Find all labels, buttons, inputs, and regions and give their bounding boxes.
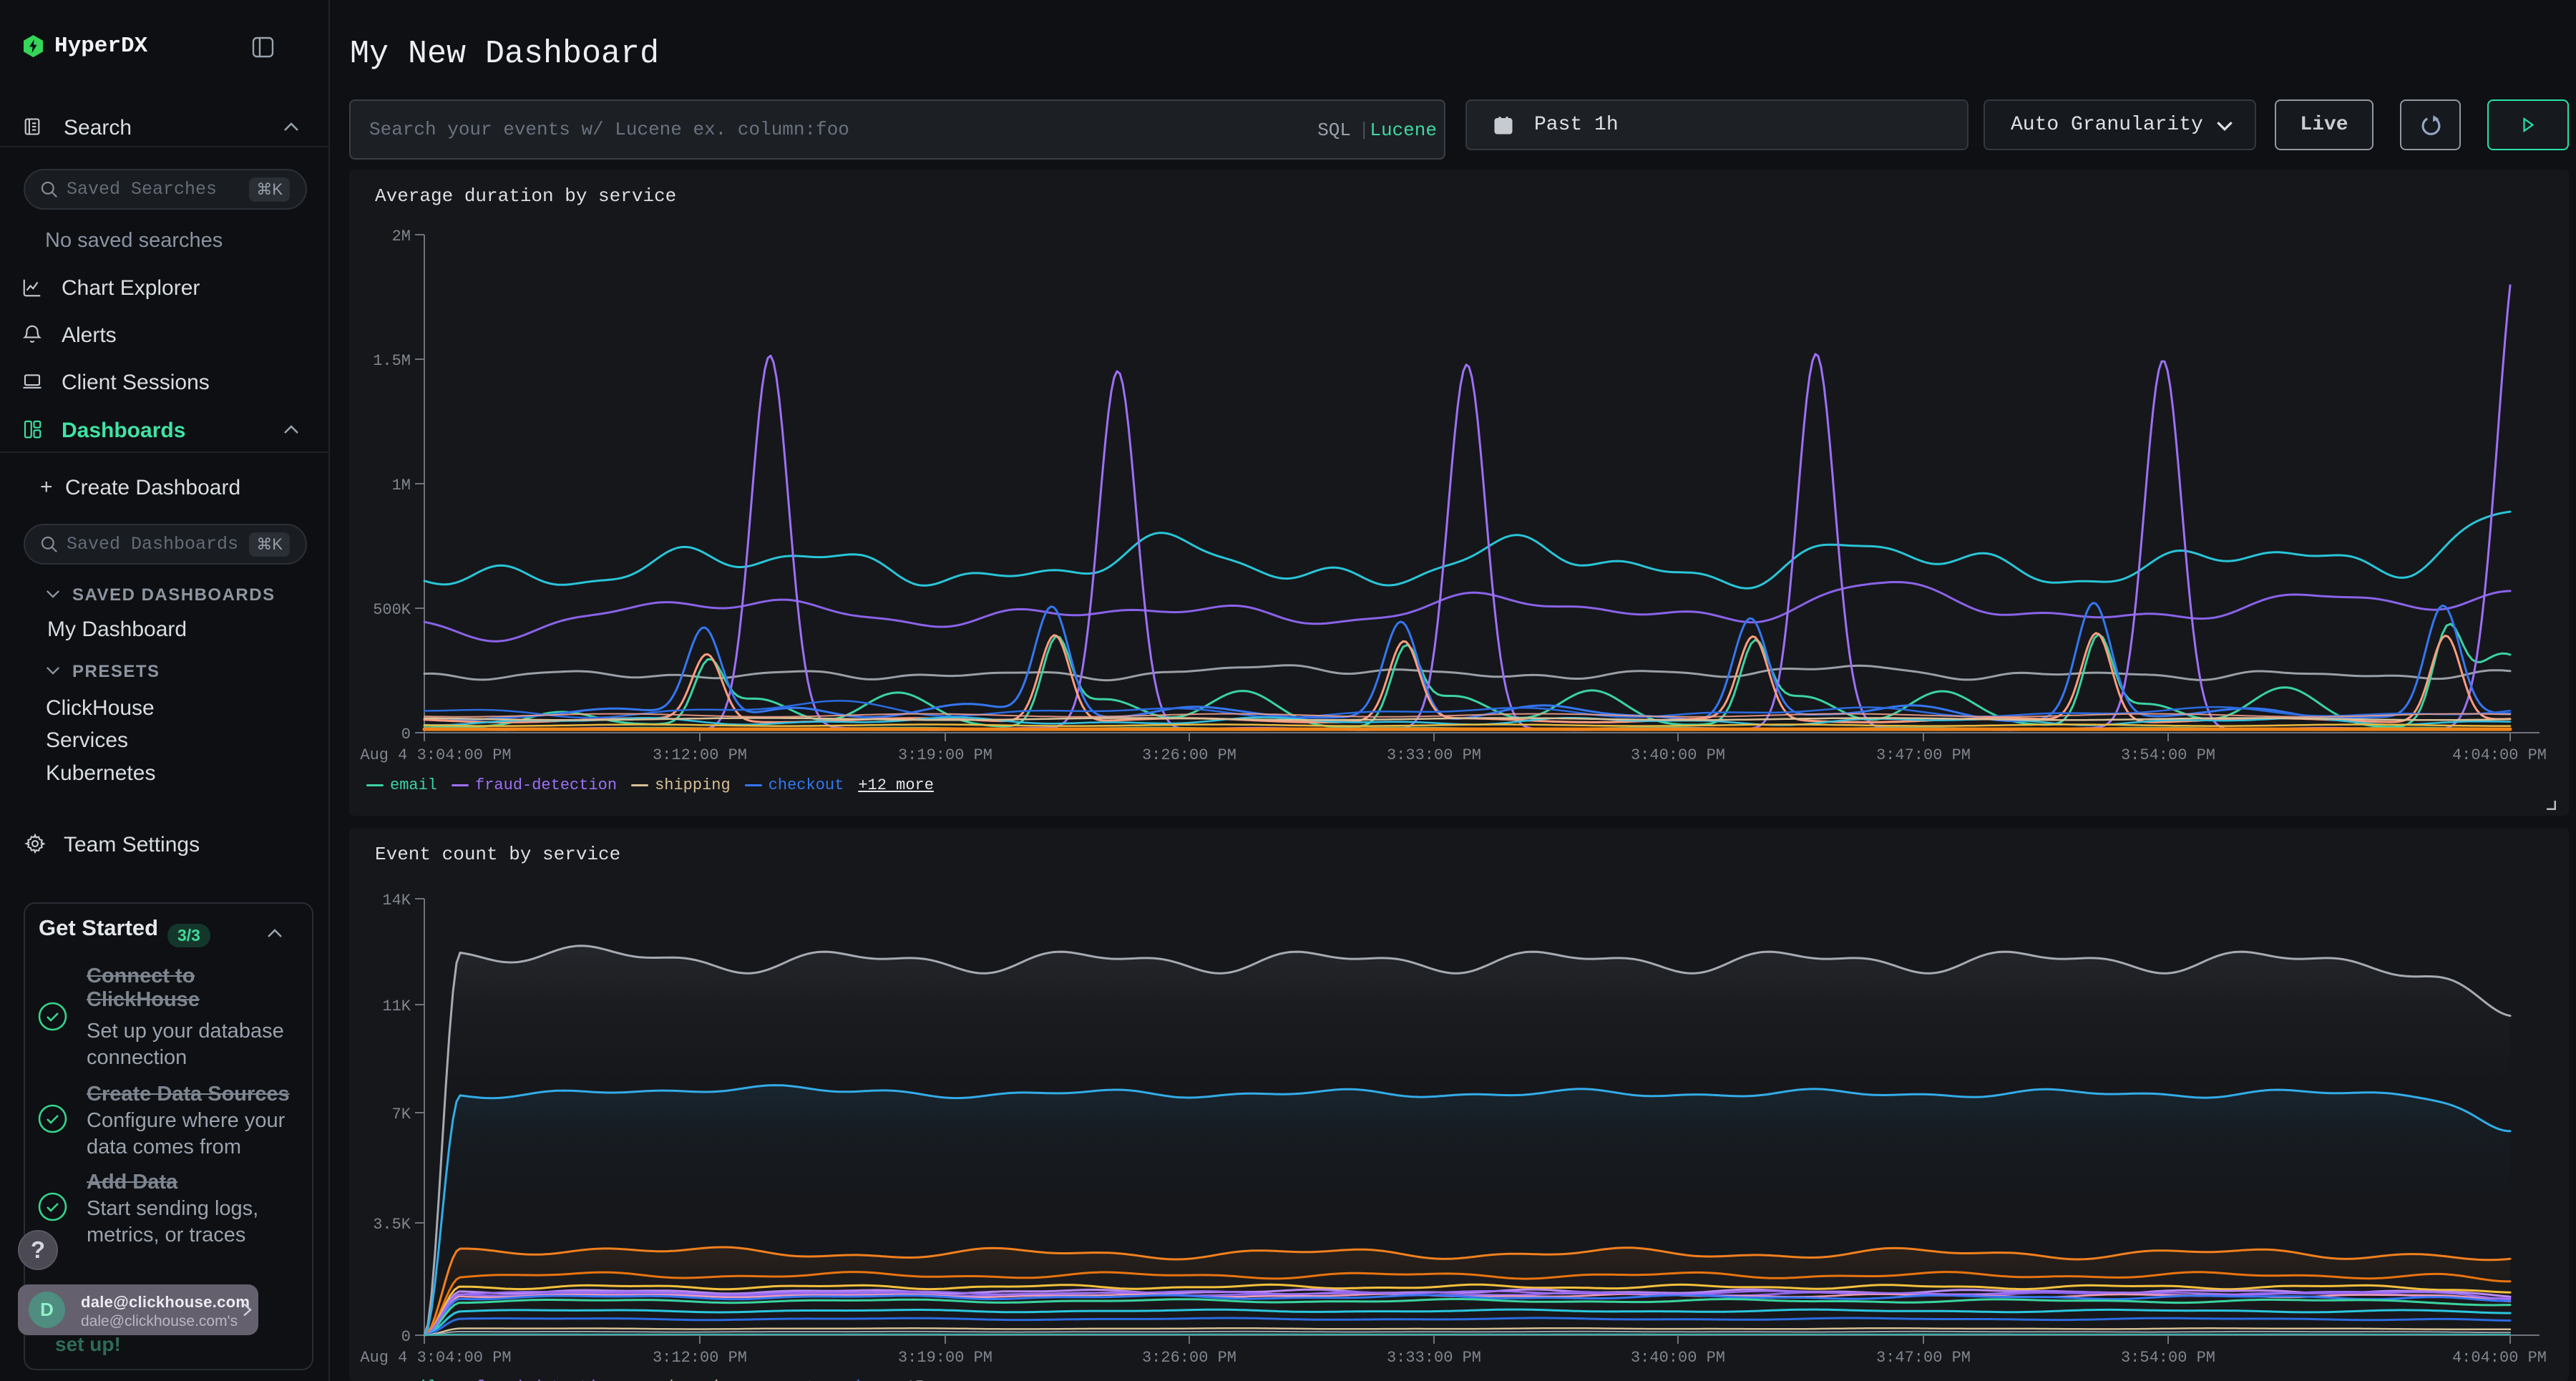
svg-text:3:47:00 PM: 3:47:00 PM [1876,1349,1971,1367]
svg-text:Aug 4 3:04:00 PM: Aug 4 3:04:00 PM [360,1349,511,1367]
svg-text:1M: 1M [392,477,411,494]
svg-text:3:47:00 PM: 3:47:00 PM [1876,746,1971,764]
svg-text:3.5K: 3.5K [373,1216,411,1234]
svg-text:3:19:00 PM: 3:19:00 PM [898,746,992,764]
svg-text:2M: 2M [392,228,411,245]
svg-text:7K: 7K [392,1106,411,1123]
svg-text:3:12:00 PM: 3:12:00 PM [653,746,747,764]
svg-text:0: 0 [401,726,411,743]
svg-text:3:26:00 PM: 3:26:00 PM [1142,746,1236,764]
svg-text:3:33:00 PM: 3:33:00 PM [1387,1349,1481,1367]
svg-text:3:33:00 PM: 3:33:00 PM [1387,746,1481,764]
svg-text:3:12:00 PM: 3:12:00 PM [653,1349,747,1367]
svg-text:3:19:00 PM: 3:19:00 PM [898,1349,992,1367]
svg-text:500K: 500K [373,601,411,619]
svg-text:3:26:00 PM: 3:26:00 PM [1142,1349,1236,1367]
svg-text:4:04:00 PM: 4:04:00 PM [2452,1349,2547,1367]
svg-text:14K: 14K [382,892,411,909]
svg-text:Aug 4 3:04:00 PM: Aug 4 3:04:00 PM [360,746,511,764]
svg-text:3:54:00 PM: 3:54:00 PM [2121,746,2215,764]
svg-text:4:04:00 PM: 4:04:00 PM [2452,746,2547,764]
svg-text:1.5M: 1.5M [373,352,411,370]
svg-text:3:54:00 PM: 3:54:00 PM [2121,1349,2215,1367]
svg-text:0: 0 [401,1328,411,1346]
svg-text:3:40:00 PM: 3:40:00 PM [1631,746,1725,764]
svg-text:3:40:00 PM: 3:40:00 PM [1631,1349,1725,1367]
svg-text:11K: 11K [382,997,411,1015]
